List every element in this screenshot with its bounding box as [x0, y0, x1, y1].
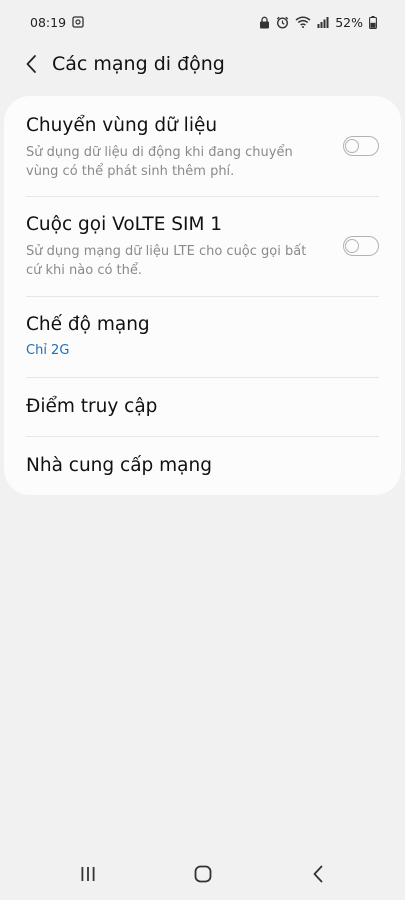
- roaming-title: Chuyển vùng dữ liệu: [26, 115, 218, 136]
- home-button[interactable]: [183, 856, 223, 892]
- recent-apps-button[interactable]: [68, 856, 108, 892]
- battery-icon: [369, 15, 377, 29]
- back-button[interactable]: [20, 53, 42, 75]
- chevron-left-icon: [26, 55, 36, 73]
- status-time: 08:19: [30, 14, 67, 30]
- volte-setting[interactable]: Cuộc gọi VoLTE SIM 1 Sử dụng mạng dữ liệ…: [4, 196, 401, 296]
- navigation-bar: [0, 848, 405, 900]
- app-bar: Các mạng di động: [0, 44, 405, 84]
- roaming-setting[interactable]: Chuyển vùng dữ liệu Sử dụng dữ liệu di đ…: [4, 96, 401, 196]
- network-operators-setting[interactable]: Nhà cung cấp mạng: [4, 436, 401, 495]
- network-mode-setting[interactable]: Chế độ mạng Chỉ 2G: [4, 296, 401, 377]
- settings-card: Chuyển vùng dữ liệu Sử dụng dữ liệu di đ…: [4, 96, 401, 495]
- roaming-toggle[interactable]: [343, 136, 379, 156]
- signal-icon: [317, 16, 329, 28]
- lock-icon: [259, 16, 270, 29]
- home-icon: [194, 865, 211, 883]
- alarm-icon: [276, 16, 289, 29]
- screenshot-icon: [72, 16, 84, 28]
- status-bar-right: 52%: [259, 15, 377, 30]
- access-points-title: Điểm truy cập: [26, 395, 158, 417]
- battery-level: 52%: [335, 14, 363, 30]
- nav-back-button[interactable]: [298, 856, 338, 892]
- recent-apps-icon: [81, 867, 94, 881]
- volte-title: Cuộc gọi VoLTE SIM 1: [26, 214, 223, 235]
- status-bar: 08:19 52%: [0, 0, 405, 44]
- network-mode-value: Chỉ 2G: [26, 343, 70, 358]
- roaming-description: Sử dụng dữ liệu di động khi đang chuyển …: [26, 145, 293, 179]
- back-icon: [313, 865, 322, 883]
- volte-toggle[interactable]: [343, 236, 379, 256]
- toggle-knob: [345, 139, 359, 153]
- status-bar-left: 08:19: [30, 15, 84, 30]
- access-points-setting[interactable]: Điểm truy cập: [4, 377, 401, 436]
- network-mode-title: Chế độ mạng: [26, 314, 150, 335]
- volte-description: Sử dụng mạng dữ liệu LTE cho cuộc gọi bấ…: [26, 244, 307, 278]
- page-title: Các mạng di động: [52, 53, 225, 75]
- network-operators-title: Nhà cung cấp mạng: [26, 454, 212, 476]
- screen: 08:19 52% Các mạng di động Chuyển vùng d…: [0, 0, 405, 900]
- toggle-knob: [345, 239, 359, 253]
- wifi-icon: [295, 16, 311, 28]
